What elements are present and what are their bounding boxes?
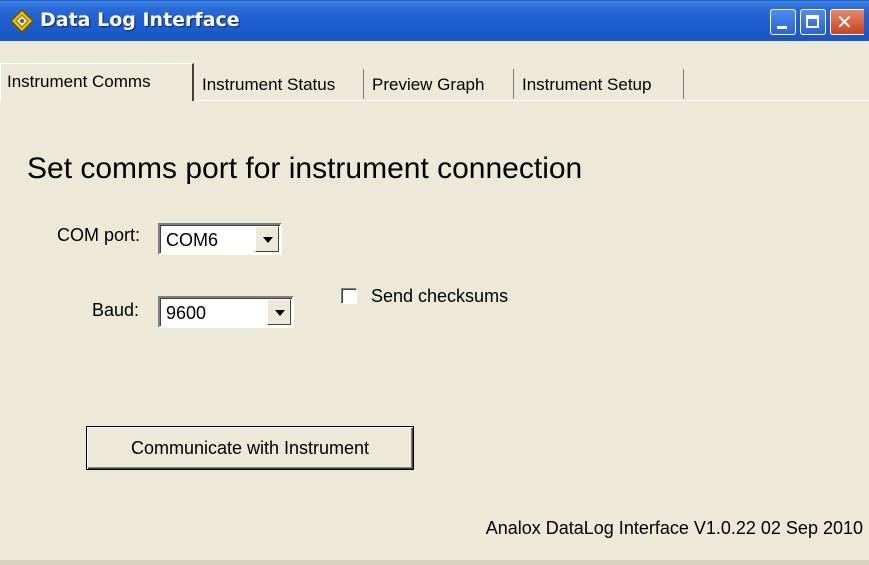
tab-instrument-setup[interactable]: Instrument Setup [516, 69, 684, 99]
maximize-icon [806, 15, 819, 28]
communicate-button[interactable]: Communicate with Instrument [86, 426, 414, 470]
send-checksums-checkbox[interactable] [341, 288, 357, 304]
close-button[interactable]: ✕ [830, 9, 864, 35]
chevron-down-icon [263, 237, 273, 243]
application-window: Data Log Interface ✕ Instrument Comms In… [0, 0, 869, 565]
page-title: Set comms port for instrument connection [27, 152, 583, 185]
maximize-button[interactable] [800, 9, 826, 35]
minimize-button[interactable] [770, 9, 796, 35]
tab-bar: Instrument Comms Instrument Status Previ… [0, 63, 869, 101]
com-port-label: COM port: [57, 225, 141, 245]
com-port-select[interactable]: COM6 [158, 223, 282, 255]
com-port-value: COM6 [166, 230, 219, 250]
com-port-dropdown-button[interactable] [255, 226, 279, 252]
baud-label: Baud: [92, 300, 140, 320]
baud-dropdown-button[interactable] [267, 299, 291, 325]
send-checksums-label[interactable]: Send checksums [371, 286, 508, 307]
tab-preview-graph[interactable]: Preview Graph [366, 69, 514, 99]
baud-select[interactable]: 9600 [158, 296, 294, 328]
tab-instrument-status[interactable]: Instrument Status [196, 69, 364, 99]
baud-value: 9600 [166, 303, 207, 323]
close-icon: ✕ [836, 10, 853, 34]
minimize-icon [777, 26, 787, 29]
window-title: Data Log Interface [40, 9, 240, 31]
version-text: Analox DataLog Interface V1.0.22 02 Sep … [485, 518, 863, 538]
chevron-down-icon [275, 310, 285, 316]
tab-instrument-comms[interactable]: Instrument Comms [0, 63, 194, 101]
diamond-app-icon [9, 8, 35, 34]
window-bottom-edge [0, 560, 869, 565]
title-bar[interactable]: Data Log Interface ✕ [0, 0, 869, 41]
